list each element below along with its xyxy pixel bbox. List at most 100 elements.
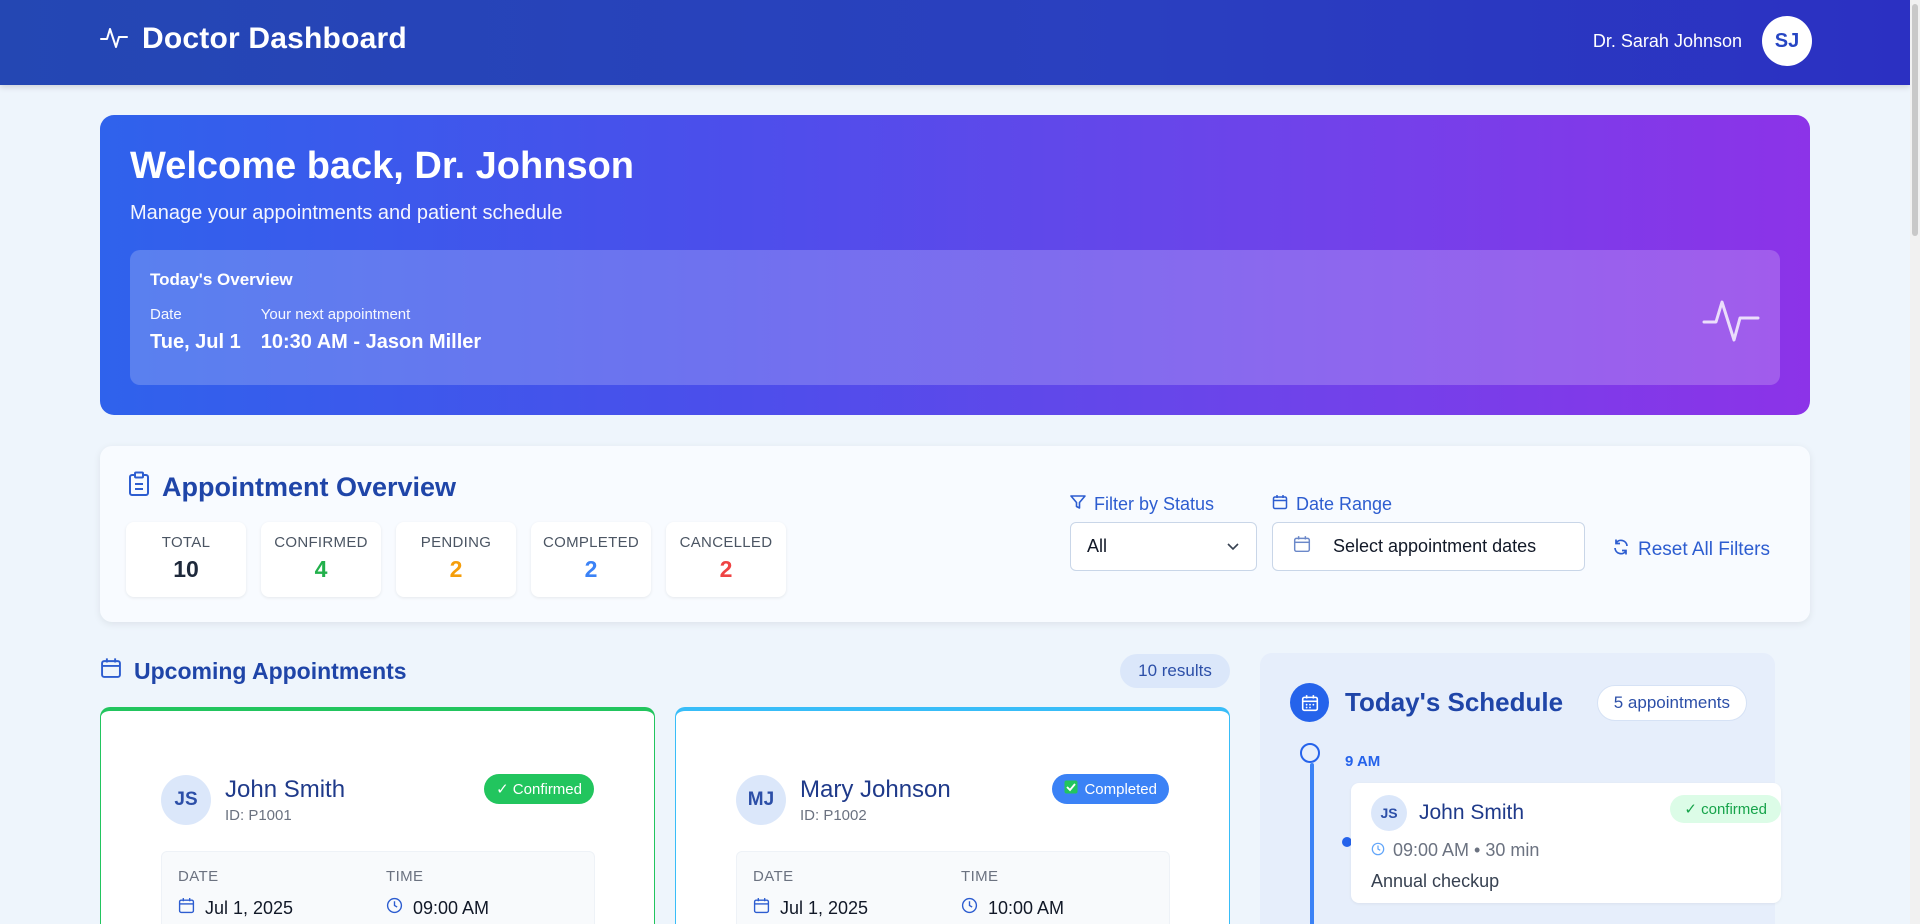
status-badge: ✓ confirmed xyxy=(1670,795,1781,823)
schedule-title: Today's Schedule xyxy=(1345,687,1564,717)
calendar-icon xyxy=(100,657,122,685)
overview-date: Date Tue, Jul 1 xyxy=(150,306,241,354)
status-badge-label: Completed xyxy=(1084,780,1157,798)
appointments-count-badge: 5 appointments xyxy=(1596,685,1747,721)
time-value: 10:00 AM xyxy=(988,897,1065,918)
avatar: JS xyxy=(1371,795,1407,831)
filter-icon xyxy=(1070,494,1086,515)
avatar[interactable]: SJ xyxy=(1762,16,1812,66)
date-range-label: Date Range xyxy=(1272,494,1392,515)
calendar-icon xyxy=(1272,494,1288,515)
timeline-marker xyxy=(1300,743,1320,763)
calendar-icon xyxy=(1293,535,1311,558)
clock-icon xyxy=(1371,840,1385,861)
upcoming-title: Upcoming Appointments xyxy=(100,657,407,685)
reset-filters-button[interactable]: Reset All Filters xyxy=(1612,538,1770,562)
status-select[interactable]: All xyxy=(1070,522,1257,571)
stat-label: CANCELLED xyxy=(679,534,773,551)
chevron-down-icon xyxy=(1226,536,1240,557)
date-value-row: Jul 1, 2025 xyxy=(753,897,868,919)
stat-value: 10 xyxy=(173,556,199,582)
patient-id: ID: P1001 xyxy=(225,807,292,824)
status-badge: ✓ Confirmed xyxy=(484,774,594,804)
date-value-row: Jul 1, 2025 xyxy=(178,897,293,919)
appointment-details: DATE Jul 1, 2025 TIME 09:00 AM xyxy=(161,851,595,924)
clipboard-icon xyxy=(128,471,150,504)
clock-icon xyxy=(386,897,403,919)
scrollbar[interactable] xyxy=(1910,0,1920,924)
results-count-badge: 10 results xyxy=(1120,654,1230,688)
calendar-icon xyxy=(1290,683,1329,722)
date-label: DATE xyxy=(753,868,794,885)
stat-pending: PENDING 2 xyxy=(396,522,516,597)
welcome-title: Welcome back, Dr. Johnson xyxy=(130,145,635,187)
date-range-placeholder: Select appointment dates xyxy=(1333,536,1537,556)
date-range-input[interactable]: Select appointment dates xyxy=(1272,522,1585,571)
todays-schedule-panel: Today's Schedule 5 appointments 9 AM JS … xyxy=(1260,653,1781,924)
time-value: 09:00 AM xyxy=(413,897,490,918)
stat-cancelled: CANCELLED 2 xyxy=(666,522,786,597)
todays-overview: Today's Overview Date Tue, Jul 1 Your ne… xyxy=(130,250,1780,385)
overview-date-label: Date xyxy=(150,306,182,323)
reset-filters-label: Reset All Filters xyxy=(1638,539,1770,560)
schedule-time-text: 09:00 AM • 30 min xyxy=(1393,840,1540,860)
time-label: TIME xyxy=(386,868,424,885)
appointment-details: DATE Jul 1, 2025 TIME 10:00 AM xyxy=(736,851,1170,924)
schedule-item[interactable]: JS John Smith ✓ confirmed 09:00 AM • 30 … xyxy=(1351,783,1781,903)
time-value-row: 10:00 AM xyxy=(961,897,1064,919)
time-detail: TIME 10:00 AM xyxy=(961,868,1064,919)
user-menu[interactable]: Dr. Sarah Johnson SJ xyxy=(1593,16,1812,66)
appointment-card[interactable]: MJ Mary Johnson ID: P1002 Completed DATE… xyxy=(675,707,1230,924)
overview-next: Your next appointment 10:30 AM - Jason M… xyxy=(261,306,481,354)
stat-value: 2 xyxy=(719,556,733,582)
pulse-icon xyxy=(1702,290,1760,353)
clock-icon xyxy=(961,897,978,919)
appointment-card[interactable]: JS John Smith ID: P1001 ✓ Confirmed DATE… xyxy=(100,707,655,924)
time-detail: TIME 09:00 AM xyxy=(386,868,489,919)
time-label: TIME xyxy=(961,868,999,885)
schedule-patient: JS John Smith xyxy=(1371,795,1524,831)
welcome-banner: Welcome back, Dr. Johnson Manage your ap… xyxy=(100,115,1810,415)
date-detail: DATE Jul 1, 2025 xyxy=(178,868,293,919)
appointment-overview-card: Appointment Overview TOTAL 10 CONFIRMED 4 … xyxy=(100,446,1810,622)
overview-next-value: 10:30 AM - Jason Miller xyxy=(260,331,482,353)
patient-name: John Smith xyxy=(1419,801,1525,824)
schedule-header: Today's Schedule xyxy=(1290,683,1563,722)
calendar-icon xyxy=(178,897,195,919)
stat-label: PENDING xyxy=(420,534,492,551)
filter-status-text: Filter by Status xyxy=(1094,494,1215,514)
date-value: Jul 1, 2025 xyxy=(780,897,869,918)
section-title: Appointment Overview xyxy=(162,472,457,502)
avatar: MJ xyxy=(736,775,786,825)
stat-label: TOTAL xyxy=(161,534,211,551)
user-name: Dr. Sarah Johnson xyxy=(1592,30,1742,51)
overview-title: Today's Overview xyxy=(150,270,293,289)
overview-date-value: Tue, Jul 1 xyxy=(150,331,241,353)
refresh-icon xyxy=(1612,538,1630,562)
patient-name: John Smith xyxy=(225,776,346,803)
date-detail: DATE Jul 1, 2025 xyxy=(753,868,868,919)
stat-value: 4 xyxy=(314,556,328,582)
upcoming-title-text: Upcoming Appointments xyxy=(134,657,407,684)
filter-status-label: Filter by Status xyxy=(1070,494,1214,515)
stat-label: CONFIRMED xyxy=(274,534,368,551)
patient-info: MJ Mary Johnson ID: P1002 xyxy=(736,775,951,825)
status-badge: Completed xyxy=(1052,774,1169,804)
stat-label: COMPLETED xyxy=(542,534,640,551)
appointment-reason: Annual checkup xyxy=(1371,871,1500,891)
date-range-text: Date Range xyxy=(1296,494,1393,514)
overview-next-label: Your next appointment xyxy=(260,306,411,323)
stat-completed: COMPLETED 2 xyxy=(531,522,651,597)
stat-value: 2 xyxy=(584,556,598,582)
schedule-time: 09:00 AM • 30 min xyxy=(1371,840,1539,861)
patient-info: JS John Smith ID: P1001 xyxy=(161,775,345,825)
stat-confirmed: CONFIRMED 4 xyxy=(261,522,381,597)
scrollbar-thumb[interactable] xyxy=(1912,4,1918,236)
stats-row: TOTAL 10 CONFIRMED 4 PENDING 2 COMPLETED 2 C… xyxy=(126,522,786,597)
date-value: Jul 1, 2025 xyxy=(205,897,294,918)
timeline-line xyxy=(1310,763,1314,924)
calendar-icon xyxy=(753,897,770,919)
timeline-hour: 9 AM xyxy=(1345,753,1381,770)
stat-value: 2 xyxy=(449,556,463,582)
stat-total: TOTAL 10 xyxy=(126,522,246,597)
